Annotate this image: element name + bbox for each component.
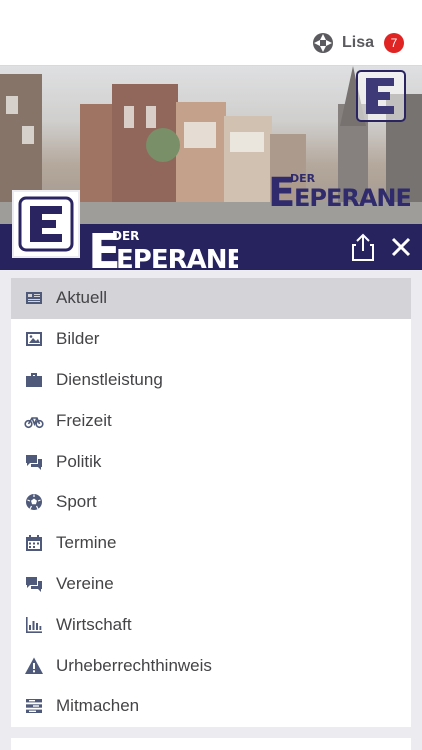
menu-bottom-card (11, 738, 411, 750)
bar-chart-icon (23, 614, 45, 636)
svg-text:EPERANER: EPERANER (116, 245, 238, 270)
banner-logo-icon (356, 70, 406, 122)
soccer-ball-icon (23, 491, 45, 513)
menu-item-label: Dienstleistung (56, 369, 163, 389)
user-logo-icon (312, 33, 333, 53)
menu-item-wirtschaft[interactable]: Wirtschaft (11, 604, 411, 645)
notification-badge[interactable]: 7 (384, 33, 404, 53)
calendar-icon (23, 532, 45, 554)
top-bar: Lisa 7 (0, 0, 422, 66)
share-icon[interactable] (348, 232, 378, 262)
menu-item-politik[interactable]: Politik (11, 441, 411, 482)
menu-item-label: Urheberrechthinweis (56, 655, 212, 675)
menu-item-label: Politik (56, 451, 102, 471)
svg-text:DER: DER (112, 229, 139, 243)
drawer-menu: Aktuell Bilder Dienstleistung Freizeit P… (11, 278, 411, 727)
app-logo-icon (18, 196, 74, 252)
menu-item-label: Termine (56, 533, 117, 553)
warning-icon (23, 655, 45, 677)
menu-item-label: Bilder (56, 329, 100, 349)
menu-item-mitmachen[interactable]: Mitmachen (11, 686, 411, 727)
bicycle-icon (23, 410, 45, 432)
newspaper-icon (23, 287, 45, 309)
menu-item-dienstleistung[interactable]: Dienstleistung (11, 360, 411, 401)
svg-text:EPERANER: EPERANER (294, 184, 410, 210)
chat-icon (23, 451, 45, 473)
nav-wordmark: E DER EPERANER (88, 224, 238, 270)
user-menu[interactable]: Lisa 7 (312, 32, 404, 54)
briefcase-icon (23, 369, 45, 391)
user-name: Lisa (341, 34, 374, 51)
menu-item-aktuell[interactable]: Aktuell (11, 278, 411, 319)
menu-item-urheberrechthinweis[interactable]: Urheberrechthinweis (11, 645, 411, 686)
menu-item-label: Wirtschaft (56, 614, 132, 634)
chat-icon (23, 573, 45, 595)
menu-item-sport[interactable]: Sport (11, 482, 411, 523)
menu-item-label: Sport (56, 492, 97, 512)
banner-wordmark: E DER EPERANER (268, 170, 410, 210)
menu-item-label: Mitmachen (56, 696, 140, 716)
menu-item-label: Freizeit (56, 410, 112, 430)
menu-item-vereine[interactable]: Vereine (11, 564, 411, 605)
menu-item-freizeit[interactable]: Freizeit (11, 400, 411, 441)
menu-item-bilder[interactable]: Bilder (11, 319, 411, 360)
close-icon[interactable] (386, 232, 416, 262)
app-logo (12, 190, 80, 258)
menu-item-label: Aktuell (56, 288, 108, 308)
list-icon (23, 695, 45, 717)
menu-item-termine[interactable]: Termine (11, 523, 411, 564)
image-icon (23, 328, 45, 350)
menu-item-label: Vereine (56, 573, 114, 593)
